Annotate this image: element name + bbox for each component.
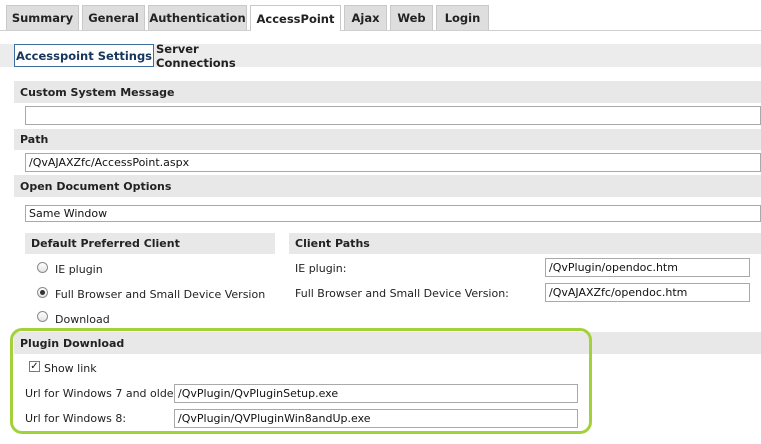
ie-plugin-path-input[interactable]: /QvPlugin/opendoc.htm	[545, 258, 750, 277]
radio-download[interactable]	[37, 311, 48, 322]
radio-download-label: Download	[55, 313, 110, 326]
tab-web[interactable]: Web	[390, 5, 433, 30]
custom-message-header: Custom System Message	[14, 81, 761, 103]
full-browser-path-label: Full Browser and Small Device Version:	[295, 287, 509, 300]
radio-full-browser-label: Full Browser and Small Device Version	[55, 288, 266, 301]
open-document-header: Open Document Options	[14, 175, 761, 197]
win7-url-label: Url for Windows 7 and older:	[25, 387, 182, 400]
open-document-select[interactable]: Same Window	[25, 205, 761, 222]
tab-bar: Summary General Authentication AccessPoi…	[0, 0, 761, 31]
tab-summary[interactable]: Summary	[6, 5, 79, 30]
win8-url-label: Url for Windows 8:	[25, 412, 127, 425]
show-link-checkbox[interactable]: ✓	[29, 361, 40, 372]
full-browser-path-input[interactable]: /QvAJAXZfc/opendoc.htm	[545, 283, 750, 302]
win8-url-input[interactable]: /QvPlugin/QVPluginWin8andUp.exe	[174, 409, 578, 428]
ie-plugin-path-label: IE plugin:	[295, 262, 347, 275]
client-paths-header: Client Paths	[289, 233, 761, 254]
tab-ajax[interactable]: Ajax	[344, 5, 387, 30]
tab-general[interactable]: General	[82, 5, 145, 30]
tab-authentication[interactable]: Authentication	[148, 5, 247, 30]
win7-url-input[interactable]: /QvPlugin/QvPluginSetup.exe	[174, 384, 578, 403]
tab-login[interactable]: Login	[436, 5, 489, 30]
plugin-download-header: Plugin Download	[14, 332, 761, 354]
subtab-server-connections[interactable]: Server Connections	[156, 42, 280, 70]
show-link-label: Show link	[44, 362, 97, 375]
radio-full-browser[interactable]	[37, 287, 48, 298]
default-client-header: Default Preferred Client	[25, 233, 275, 254]
path-input[interactable]: /QvAJAXZfc/AccessPoint.aspx	[25, 153, 761, 172]
radio-ie-plugin[interactable]	[37, 262, 48, 273]
tab-accesspoint[interactable]: AccessPoint	[250, 5, 341, 31]
path-header: Path	[14, 129, 761, 150]
radio-ie-plugin-label: IE plugin	[55, 263, 103, 276]
custom-message-input[interactable]	[25, 106, 761, 125]
subtab-accesspoint-settings[interactable]: Accesspoint Settings	[14, 44, 154, 67]
